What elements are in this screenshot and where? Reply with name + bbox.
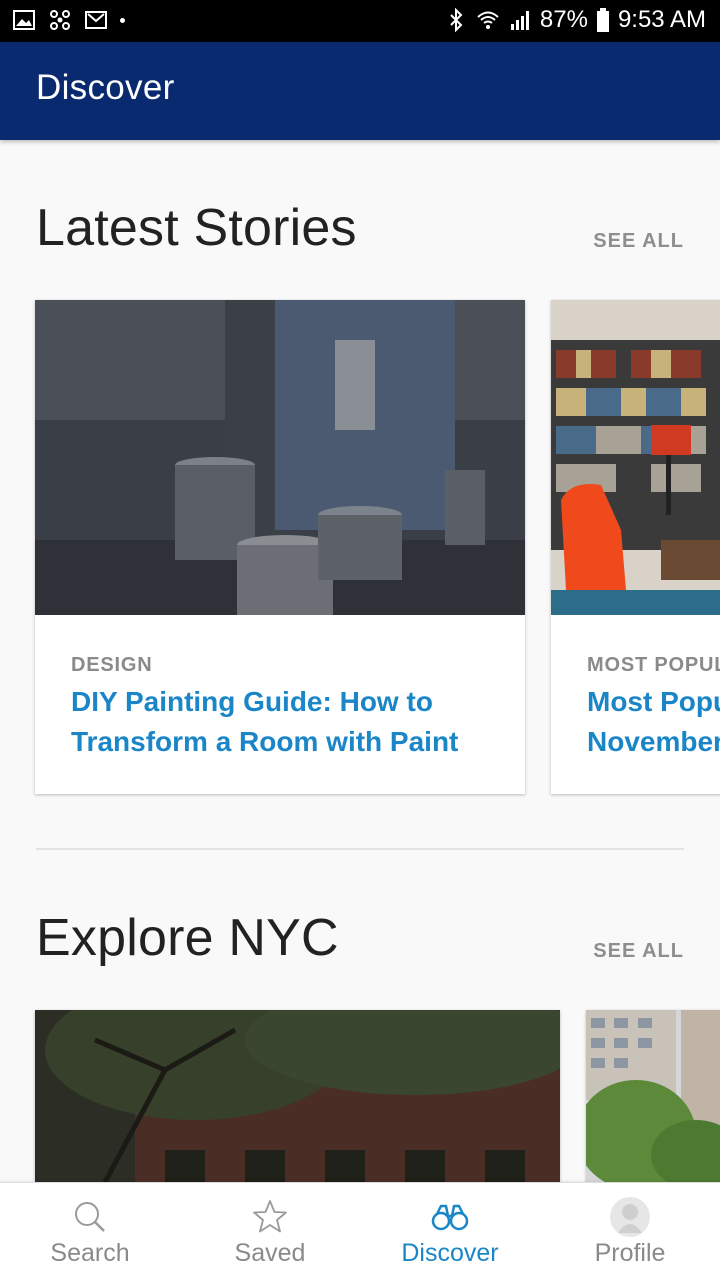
bottom-navigation: Search Saved Discover Profile [0, 1182, 720, 1280]
explore-card[interactable] [35, 1010, 560, 1182]
nav-label-profile: Profile [594, 1239, 666, 1267]
status-bar: 87% 9:53 AM [0, 0, 720, 42]
story-card[interactable]: MOST POPUL Most Popu November [551, 300, 720, 794]
explore-image-building [586, 1010, 720, 1182]
latest-stories-title: Latest Stories [36, 199, 357, 257]
explore-nyc-title: Explore NYC [36, 909, 339, 967]
battery-icon [596, 8, 609, 32]
system-indicators: 87% 9:53 AM [444, 6, 706, 34]
story-title-line-2: November [587, 726, 720, 757]
section-divider [36, 848, 684, 850]
search-icon [75, 1202, 105, 1232]
page-title: Discover [36, 68, 175, 107]
gallery-icon [13, 10, 35, 30]
story-category: MOST POPUL [587, 654, 720, 676]
nav-label-saved: Saved [234, 1239, 306, 1267]
nav-item-saved[interactable]: Saved [180, 1183, 360, 1280]
story-title-line-2: Transform a Room with Paint [71, 726, 459, 757]
nav-label-search: Search [50, 1239, 130, 1267]
gmail-icon [85, 11, 107, 29]
avatar-icon [610, 1197, 650, 1237]
clock: 9:53 AM [617, 6, 706, 33]
nav-label-discover: Discover [401, 1239, 499, 1267]
story-title-line-1: DIY Painting Guide: How to [71, 686, 433, 717]
battery-percent: 87% [539, 6, 588, 33]
nav-item-search[interactable]: Search [0, 1183, 180, 1280]
story-card[interactable]: DESIGN DIY Painting Guide: How to Transf… [35, 300, 525, 794]
story-title-line-1: Most Popu [587, 686, 720, 717]
screen: 87% 9:53 AM Discover Latest Stories SEE … [0, 0, 720, 1280]
latest-see-all-button[interactable]: SEE ALL [593, 230, 684, 253]
bluetooth-icon [450, 8, 463, 32]
app-bar: Discover [0, 42, 720, 140]
nav-item-profile[interactable]: Profile [540, 1183, 720, 1280]
notification-icons [12, 8, 125, 32]
story-image-library [551, 300, 720, 615]
story-image-painting [35, 300, 525, 615]
star-icon [253, 1200, 287, 1233]
more-notifications-dot [120, 17, 125, 23]
binoculars-icon [431, 1204, 469, 1231]
explore-see-all-button[interactable]: SEE ALL [593, 940, 684, 963]
story-title[interactable]: Most Popu November [587, 682, 720, 762]
signal-icon [510, 11, 529, 30]
story-title[interactable]: DIY Painting Guide: How to Transform a R… [71, 682, 491, 762]
story-category: DESIGN [71, 654, 153, 676]
wifi-icon [477, 11, 499, 29]
nav-item-discover[interactable]: Discover [360, 1183, 540, 1280]
explore-card[interactable] [586, 1010, 720, 1182]
explore-image-street [35, 1010, 560, 1182]
pinwheel-icon [50, 10, 70, 30]
